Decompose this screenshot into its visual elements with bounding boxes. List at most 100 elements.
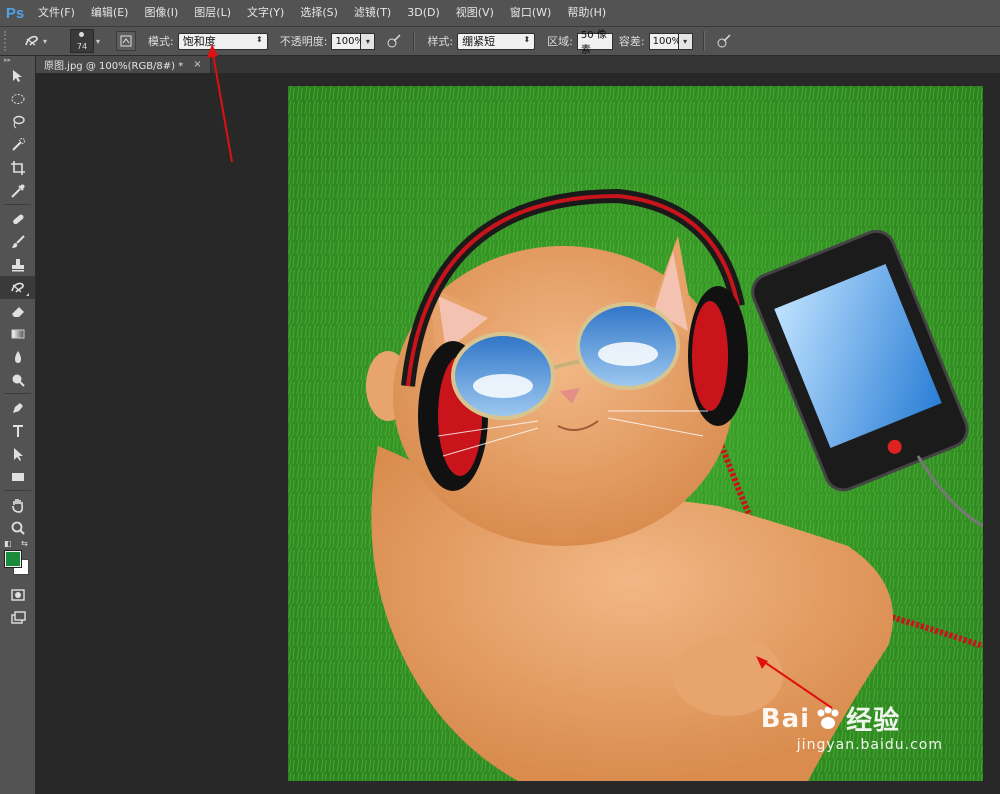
brush-panel-button[interactable] [116,31,136,51]
quick-select-icon [11,137,25,151]
screen-mode-icon [10,610,26,624]
stamp-icon [11,258,24,271]
screen-mode-button[interactable] [0,606,35,629]
area-input[interactable]: 50 像素 [576,30,613,56]
document-tab-bar: 原图.jpg @ 100%(RGB/8#) * × [36,56,1000,73]
type-tool[interactable] [0,419,35,442]
brush-tip-icon [79,32,84,37]
shape-tool[interactable] [0,465,35,488]
brush-size-value: 74 [76,42,88,51]
divider [4,490,31,491]
divider [702,31,705,51]
move-tool[interactable] [0,64,35,87]
menu-type[interactable]: 文字(Y) [239,0,292,26]
hand-tool[interactable] [0,493,35,516]
brush-icon [11,234,25,248]
sponge-tool[interactable] [0,276,35,299]
toolbar-collapse-icon[interactable]: ▸▸ [0,56,35,64]
menu-bar: Ps 文件(F) 编辑(E) 图像(I) 图层(L) 文字(Y) 选择(S) 滤… [0,0,1000,27]
cat-photo [288,86,983,781]
tolerance-input[interactable]: 100% [648,32,681,50]
document-title: 原图.jpg @ 100%(RGB/8#) * [44,61,184,72]
marquee-tool[interactable] [0,87,35,110]
pressure-icon [717,34,731,48]
brush-chevron-icon[interactable]: ▾ [96,37,106,46]
move-icon [12,69,22,82]
close-icon[interactable]: × [193,59,201,70]
menu-image[interactable]: 图像(I) [136,0,186,26]
divider [4,393,31,394]
area-label: 区域: [547,35,573,48]
quick-select-tool[interactable] [0,133,35,156]
path-select-tool[interactable] [0,442,35,465]
pressure-size-button[interactable] [715,32,733,50]
menu-select[interactable]: 选择(S) [292,0,346,26]
tool-preset-picker[interactable]: ▾ [18,30,58,52]
dodge-icon [12,374,25,387]
watermark-brand: Bai [760,703,811,734]
gradient-tool[interactable] [0,322,35,345]
style-label: 样式: [427,35,454,48]
blur-icon [14,350,21,363]
menu-3d[interactable]: 3D(D) [399,0,448,26]
swap-colors-icon[interactable]: ⇆ [21,539,28,548]
menu-filter[interactable]: 滤镜(T) [346,0,399,26]
stamp-tool[interactable] [0,253,35,276]
tolerance-dropdown[interactable]: ▾ [678,32,693,50]
tolerance-label: 容差: [618,35,645,48]
eraser-tool[interactable] [0,299,35,322]
opacity-label: 不透明度: [279,35,328,48]
select-caret-icon: ⬍ [523,34,531,44]
healing-tool[interactable] [0,207,35,230]
quick-mask-button[interactable] [0,583,35,606]
eraser-icon [11,306,24,317]
style-select[interactable]: 绷紧短 ⬍ [457,32,536,50]
mode-select[interactable]: 饱和度 ⬍ [177,32,268,50]
watermark-suffix: 经验 [846,706,901,736]
zoom-icon [11,521,25,535]
document-tab[interactable]: 原图.jpg @ 100%(RGB/8#) * × [36,56,211,73]
crop-icon [10,160,25,175]
opacity-input[interactable]: 100% [331,32,364,50]
menu-layer[interactable]: 图层(L) [186,0,239,26]
style-value: 绷紧短 [462,35,496,48]
tools-panel: ▸▸ ◧ ⇆ [0,56,36,794]
brush-tool[interactable] [0,230,35,253]
options-bar: ▾ 74 ▾ 模式: 饱和度 ⬍ 不透明度: 100% ▾ 样式: 绷紧短 ⬍ … [0,27,1000,56]
select-caret-icon: ⬍ [256,34,263,44]
paw-icon [817,706,839,729]
pen-icon [12,402,23,413]
eyedropper-tool[interactable] [0,179,35,202]
opacity-dropdown[interactable]: ▾ [361,32,376,50]
shape-icon [11,472,24,481]
brush-size-picker[interactable]: 74 [70,29,94,53]
blur-tool[interactable] [0,345,35,368]
menu-window[interactable]: 窗口(W) [502,0,559,26]
photoshop-logo: Ps [5,4,25,22]
crop-tool[interactable] [0,156,35,179]
zoom-tool[interactable] [0,516,35,539]
mode-value: 饱和度 [182,35,216,48]
baidu-watermark: Bai 经验 jingyan.baidu.com [760,700,943,754]
default-colors-icon[interactable]: ◧ [4,539,12,548]
eyedropper-icon [10,184,24,198]
menu-help[interactable]: 帮助(H) [559,0,614,26]
pressure-opacity-button[interactable] [385,32,403,50]
lasso-tool[interactable] [0,110,35,133]
type-icon [12,424,23,437]
healing-icon [12,214,24,224]
pen-tool[interactable] [0,396,35,419]
menu-file[interactable]: 文件(F) [30,0,83,26]
document-canvas-image[interactable]: Bai 经验 jingyan.baidu.com [288,86,983,781]
pressure-icon [387,34,401,48]
menu-view[interactable]: 视图(V) [448,0,502,26]
mode-label: 模式: [148,35,174,48]
dodge-tool[interactable] [0,368,35,391]
divider [413,31,416,51]
sponge-icon [25,35,38,46]
foreground-color-swatch[interactable] [4,550,22,568]
menu-edit[interactable]: 编辑(E) [83,0,137,26]
marquee-icon [11,93,24,104]
watermark-url: jingyan.baidu.com [796,737,943,753]
options-grip[interactable] [4,31,12,51]
